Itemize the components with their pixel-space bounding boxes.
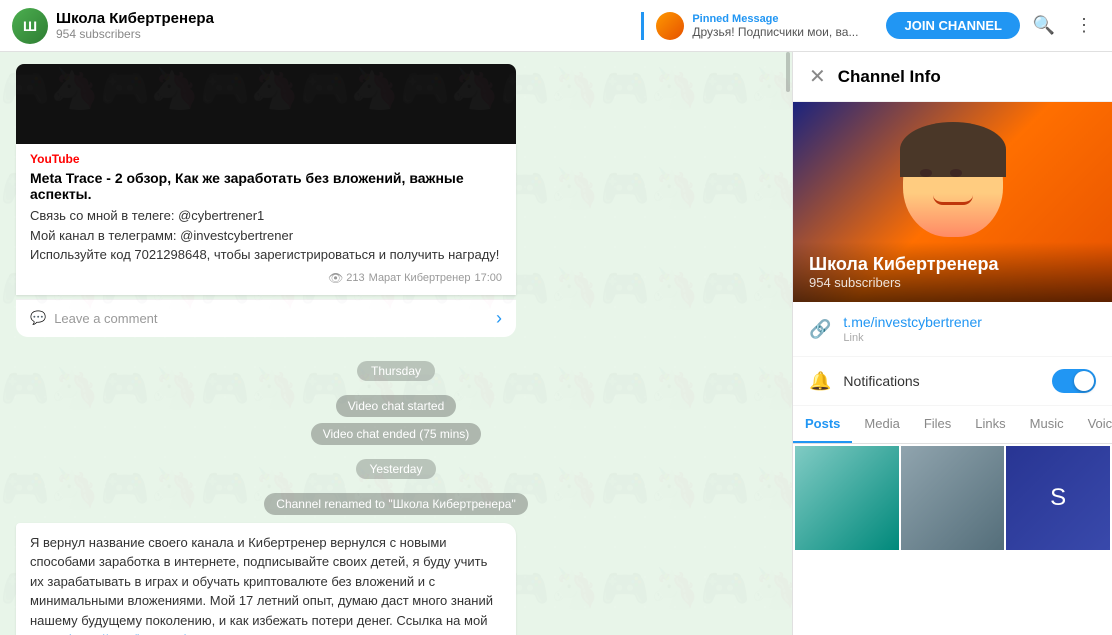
scrollbar-thumb[interactable] <box>786 52 790 92</box>
msg-author: Марат Кибертренер <box>369 272 471 284</box>
system-badge-started: Video chat started <box>336 395 457 417</box>
subscriber-count: 954 subscribers <box>56 27 633 41</box>
tab-music[interactable]: Music <box>1018 406 1076 443</box>
channel-avatar: Ш <box>12 8 48 44</box>
mouth <box>933 195 973 205</box>
tab-links[interactable]: Links <box>963 406 1017 443</box>
search-button[interactable]: 🔍 <box>1028 10 1060 42</box>
system-channel-renamed: Channel renamed to "Школа Кибертренера" <box>16 493 776 515</box>
media-thumbnail-grid: S <box>793 444 1112 635</box>
video-preview-thumbnail <box>16 64 516 144</box>
link-row: 🔗 t.me/investcybertrener Link <box>793 302 1112 357</box>
pinned-content: Pinned Message Друзья! Подписчики мои, в… <box>692 13 858 39</box>
notifications-toggle[interactable] <box>1052 369 1096 393</box>
day-separator-yesterday: Yesterday <box>16 451 776 487</box>
top-header: Ш Школа Кибертренера 954 subscribers Pin… <box>0 0 1112 52</box>
notifications-row: 🔔 Notifications <box>793 357 1112 406</box>
panel-header: ✕ Channel Info <box>793 52 1112 102</box>
eye-icon: 👁 <box>328 271 343 285</box>
channel-info-panel: ✕ Channel Info <box>792 52 1112 635</box>
system-video-started: Video chat started <box>16 395 776 417</box>
system-video-ended: Video chat ended (75 mins) <box>16 423 776 445</box>
pinned-message-bar[interactable]: Pinned Message Друзья! Подписчики мои, в… <box>641 12 870 40</box>
message-bubble-youtube: YouTube Meta Trace - 2 обзор, Как же зар… <box>16 144 516 295</box>
header-icons: JOIN CHANNEL 🔍 ⋮ <box>886 10 1100 42</box>
notifications-label: Notifications <box>843 373 1040 389</box>
bell-icon: 🔔 <box>809 371 831 392</box>
eyes <box>920 169 962 177</box>
day-badge: Thursday <box>357 361 435 381</box>
join-channel-button[interactable]: JOIN CHANNEL <box>886 12 1020 39</box>
channel-name: Школа Кибертренера <box>56 10 633 27</box>
tab-posts[interactable]: Posts <box>793 406 852 443</box>
scrollbar-track[interactable] <box>784 52 790 635</box>
thumbnail-item-2[interactable] <box>901 446 1005 550</box>
leave-comment-btn-1[interactable]: 💬 Leave a comment › <box>16 299 516 337</box>
tab-voice[interactable]: Voice <box>1076 406 1112 443</box>
cover-channel-name: Школа Кибертренера <box>809 254 1096 275</box>
msg-meta: 👁 213 Марат Кибертренер 17:00 <box>30 271 502 285</box>
close-panel-button[interactable]: ✕ <box>809 64 826 89</box>
main-area: YouTube Meta Trace - 2 обзор, Как же зар… <box>0 52 1112 635</box>
chat-area[interactable]: YouTube Meta Trace - 2 обзор, Как же зар… <box>0 52 792 635</box>
channel-cover-image: Школа Кибертренера 954 subscribers <box>793 102 1112 302</box>
day-separator-thursday: Thursday <box>16 353 776 389</box>
comment-icon-text: 💬 Leave a comment <box>30 310 158 326</box>
eye-right <box>950 169 962 177</box>
link-sublabel: Link <box>843 332 982 344</box>
cover-subscribers: 954 subscribers <box>809 275 1096 290</box>
cover-overlay: Школа Кибертренера 954 subscribers <box>793 242 1112 302</box>
youtube-label: YouTube <box>30 152 502 166</box>
thumbnail-item-1[interactable] <box>795 446 899 550</box>
toggle-thumb <box>1074 371 1094 391</box>
pinned-avatar <box>656 12 684 40</box>
channel-info-left: Школа Кибертренера 954 subscribers <box>56 10 633 41</box>
channel-link-info[interactable]: t.me/investcybertrener <box>843 314 982 330</box>
long-message-text: Я вернул название своего канала и Киберт… <box>30 533 502 635</box>
day-badge-yesterday: Yesterday <box>356 459 437 479</box>
message-bubble-text: Я вернул название своего канала и Киберт… <box>16 523 516 635</box>
tab-media[interactable]: Media <box>852 406 911 443</box>
content-tabs: Posts Media Files Links Music Voice <box>793 406 1112 444</box>
more-options-button[interactable]: ⋮ <box>1068 10 1100 42</box>
msg-time: 17:00 <box>474 272 502 284</box>
thumbnail-item-3[interactable]: S <box>1006 446 1110 550</box>
link-icon: 🔗 <box>809 319 831 340</box>
comment-arrow-icon: › <box>496 308 502 329</box>
msg-title: Meta Trace - 2 обзор, Как же заработать … <box>30 170 502 202</box>
system-badge-renamed: Channel renamed to "Школа Кибертренера" <box>264 493 527 515</box>
system-badge-ended: Video chat ended (75 mins) <box>311 423 482 445</box>
view-count: 👁 213 <box>328 271 365 285</box>
panel-title: Channel Info <box>838 67 941 87</box>
msg-text-lines: Связь со мной в телеге: @cybertrener1 Мо… <box>30 206 502 265</box>
eye-left <box>920 169 932 177</box>
tab-files[interactable]: Files <box>912 406 963 443</box>
pinned-label: Pinned Message <box>692 13 858 25</box>
comment-icon: 💬 <box>30 310 46 326</box>
link-content: t.me/investcybertrener Link <box>843 314 982 344</box>
pinned-preview: Друзья! Подписчики мои, ва... <box>692 25 858 39</box>
comment-label: Leave a comment <box>54 311 157 326</box>
